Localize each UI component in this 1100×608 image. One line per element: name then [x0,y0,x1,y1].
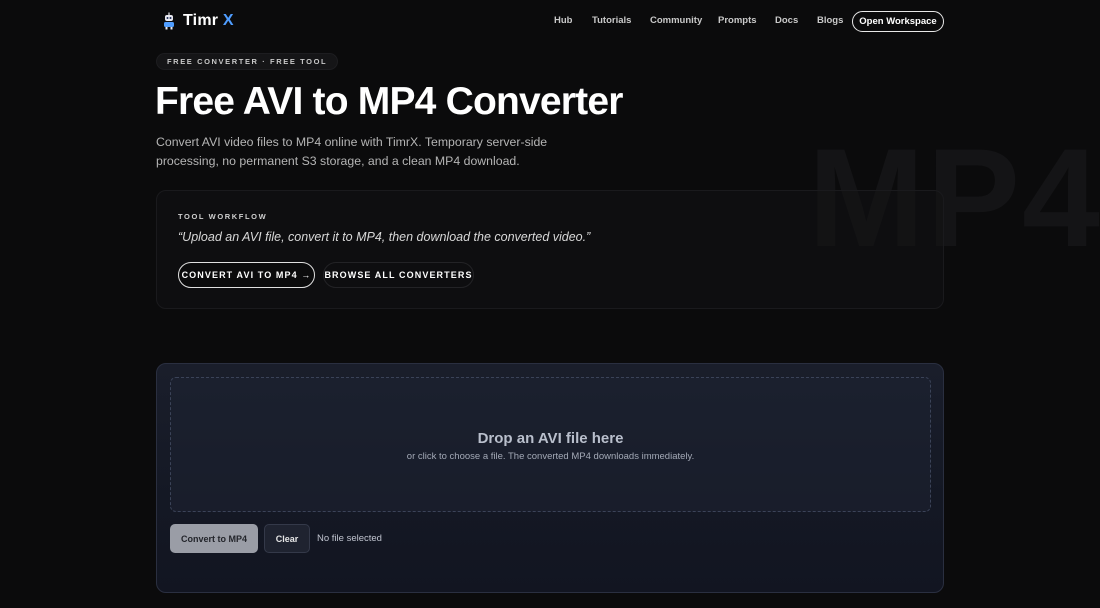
workflow-label: TOOL WORKFLOW [178,212,268,221]
brand-name-accent: X [222,12,234,29]
convert-avi-to-mp4-button[interactable]: CONVERT AVI TO MP4 → [178,262,315,288]
nav-link-tutorials[interactable]: Tutorials [592,15,631,26]
file-dropzone[interactable]: Drop an AVI file here or click to choose… [170,377,931,512]
top-navigation: Timr X Hub Tutorials Community Prompts D… [0,0,1100,42]
nav-link-hub[interactable]: Hub [554,15,572,26]
brand-name: Timr X [183,12,234,30]
nav-link-community[interactable]: Community [650,15,702,26]
page-description: Convert AVI video files to MP4 online wi… [156,135,548,168]
clear-button[interactable]: Clear [264,524,310,553]
tool-workflow-card: TOOL WORKFLOW “Upload an AVI file, conve… [156,190,944,309]
converter-panel: Drop an AVI file here or click to choose… [156,363,944,593]
open-workspace-button[interactable]: Open Workspace [852,11,944,32]
brand-name-main: Timr [183,12,219,29]
nav-link-prompts[interactable]: Prompts [718,15,757,26]
convert-to-mp4-button[interactable]: Convert to MP4 [170,524,258,553]
dropzone-title: Drop an AVI file here [477,430,624,447]
category-pill: FREE CONVERTER · FREE TOOL [156,53,339,70]
nav-link-blogs[interactable]: Blogs [817,15,843,26]
browse-all-converters-button[interactable]: BROWSE ALL CONVERTERS [323,262,474,288]
page-title: Free AVI to MP4 Converter [155,80,623,123]
file-status-text: No file selected [317,533,382,544]
workflow-quote: “Upload an AVI file, convert it to MP4, … [178,230,591,244]
dropzone-subtitle: or click to choose a file. The converted… [406,451,695,462]
nav-link-docs[interactable]: Docs [775,15,798,26]
brand-logo[interactable]: Timr X [162,11,234,31]
robot-icon [164,12,174,30]
